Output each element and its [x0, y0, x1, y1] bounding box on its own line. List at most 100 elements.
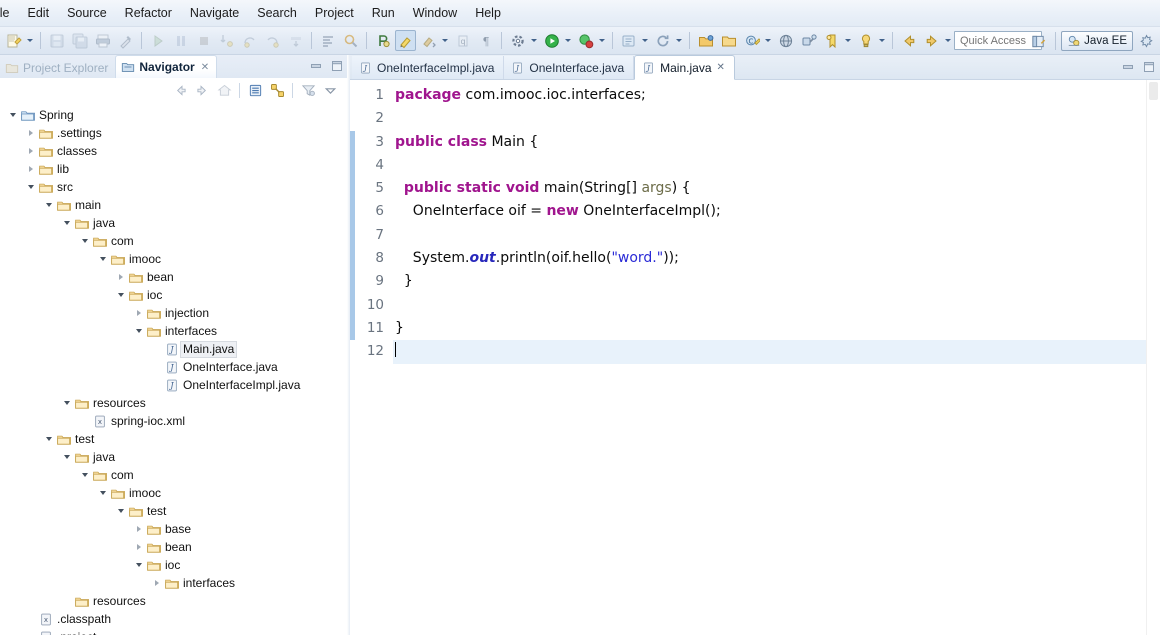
tree-item[interactable]: bean	[0, 538, 347, 556]
tree-item[interactable]: src	[0, 178, 347, 196]
debug-suspend-icon[interactable]	[170, 30, 191, 51]
forward-icon[interactable]	[192, 81, 212, 100]
code-line[interactable]: package com.imooc.ioc.interfaces;	[393, 84, 1160, 107]
menu-project[interactable]: Project	[306, 3, 363, 24]
build-icon[interactable]	[115, 30, 136, 51]
code-line[interactable]	[393, 107, 1160, 130]
paragraph-mark-icon[interactable]: ¶	[475, 30, 496, 51]
next-annotation-dropdown-icon[interactable]	[440, 30, 450, 51]
chevron-down-icon[interactable]	[132, 556, 145, 574]
new-class-icon[interactable]: C	[741, 30, 762, 51]
tree-item[interactable]: imooc	[0, 250, 347, 268]
back-icon[interactable]	[898, 30, 919, 51]
tree-item[interactable]: J OneInterfaceImpl.java	[0, 376, 347, 394]
menu-refactor[interactable]: Refactor	[116, 3, 181, 24]
tree-item[interactable]: ioc	[0, 556, 347, 574]
debug-launch-dropdown-icon[interactable]	[597, 30, 607, 51]
editor-vertical-scrollbar[interactable]	[1146, 80, 1160, 635]
chevron-right-icon[interactable]	[132, 304, 145, 322]
close-icon[interactable]: ✕	[201, 62, 209, 73]
minimize-icon[interactable]	[1121, 60, 1134, 73]
perspective-java-ee-button[interactable]: Java EE	[1061, 31, 1133, 51]
external-tools-dropdown-icon[interactable]	[529, 30, 539, 51]
close-icon[interactable]: ✕	[717, 62, 725, 73]
new-class-dropdown-icon[interactable]	[763, 30, 773, 51]
profile-icon[interactable]	[798, 30, 819, 51]
code-line[interactable]	[393, 340, 1160, 364]
tree-item[interactable]: bean	[0, 268, 347, 286]
chevron-down-icon[interactable]	[78, 232, 91, 250]
tree-item[interactable]: java	[0, 214, 347, 232]
forward-dropdown-icon[interactable]	[943, 30, 953, 51]
back-icon[interactable]	[170, 81, 190, 100]
tree-item[interactable]: injection	[0, 304, 347, 322]
chevron-down-icon[interactable]	[42, 196, 55, 214]
code-line[interactable]	[393, 224, 1160, 247]
tree-item[interactable]: com	[0, 466, 347, 484]
chevron-right-icon[interactable]	[114, 268, 127, 286]
open-type-dropdown-icon[interactable]	[640, 30, 650, 51]
tree-item[interactable]: x spring-ioc.xml	[0, 412, 347, 430]
bookmark-dropdown-icon[interactable]	[843, 30, 853, 51]
chevron-down-icon[interactable]	[24, 178, 37, 196]
chevron-right-icon[interactable]	[150, 574, 163, 592]
run-icon[interactable]	[541, 30, 562, 51]
minimize-icon[interactable]	[309, 59, 322, 72]
tree-item[interactable]: x.project	[0, 628, 347, 635]
tree-item[interactable]: com	[0, 232, 347, 250]
save-icon[interactable]	[46, 30, 67, 51]
tree-item[interactable]: ioc	[0, 286, 347, 304]
tree-item[interactable]: x .classpath	[0, 610, 347, 628]
code-line[interactable]: System.out.println(oif.hello("word."));	[393, 247, 1160, 270]
tree-item[interactable]: interfaces	[0, 574, 347, 592]
debug-terminate-icon[interactable]	[193, 30, 214, 51]
tree-item[interactable]: test	[0, 430, 347, 448]
print-icon[interactable]	[92, 30, 113, 51]
maximize-icon[interactable]	[1142, 60, 1155, 73]
new-wizard-icon[interactable]	[3, 30, 24, 51]
drop-to-frame-icon[interactable]	[285, 30, 306, 51]
tree-item[interactable]: resources	[0, 394, 347, 412]
editor-tab-oneinterface-java[interactable]: J OneInterface.java	[504, 56, 635, 79]
external-tools-icon[interactable]	[507, 30, 528, 51]
tree-item[interactable]: test	[0, 502, 347, 520]
new-java-project-icon[interactable]	[695, 30, 716, 51]
code-line[interactable]: public static void main(String[] args) {	[393, 177, 1160, 200]
code-line[interactable]: OneInterface oif = new OneInterfaceImpl(…	[393, 200, 1160, 223]
code-line[interactable]: }	[393, 317, 1160, 340]
chevron-down-icon[interactable]	[114, 286, 127, 304]
view-tab-project-explorer[interactable]: Project Explorer	[0, 57, 115, 78]
new-wizard-dropdown-icon[interactable]	[25, 30, 35, 51]
open-type-icon[interactable]	[618, 30, 639, 51]
chevron-right-icon[interactable]	[132, 520, 145, 538]
chevron-down-icon[interactable]	[42, 430, 55, 448]
search-icon[interactable]	[340, 30, 361, 51]
scrollbar-thumb[interactable]	[1149, 82, 1158, 100]
tree-item[interactable]: Spring	[0, 106, 347, 124]
open-perspective-icon[interactable]	[1028, 31, 1049, 52]
code-editor[interactable]: 1 2 3 4 5 6 7 8 9 10 11 12 package com.imooc.ioc.in…	[350, 80, 1160, 635]
menu-source[interactable]: Source	[58, 3, 116, 24]
chevron-right-icon[interactable]	[24, 142, 37, 160]
code-line[interactable]: }	[393, 270, 1160, 293]
chevron-down-icon[interactable]	[132, 322, 145, 340]
tree-item[interactable]: J OneInterface.java	[0, 358, 347, 376]
tree-item[interactable]: base	[0, 520, 347, 538]
editor-tab-main-java[interactable]: J Main.java ✕	[634, 55, 735, 80]
menu-help[interactable]: Help	[466, 3, 510, 24]
marker-icon[interactable]	[372, 30, 393, 51]
editor-tab-oneinterfaceimpl-java[interactable]: J OneInterfaceImpl.java	[352, 56, 505, 79]
server-icon[interactable]	[775, 30, 796, 51]
view-tab-navigator[interactable]: Navigator ✕	[115, 55, 218, 78]
save-all-icon[interactable]	[69, 30, 90, 51]
collapse-all-icon[interactable]	[245, 81, 265, 100]
source-code[interactable]: package com.imooc.ioc.interfaces; public …	[391, 80, 1160, 635]
chevron-right-icon[interactable]	[24, 124, 37, 142]
menu-window[interactable]: Window	[404, 3, 466, 24]
step-return-icon[interactable]	[262, 30, 283, 51]
chevron-down-icon[interactable]	[96, 250, 109, 268]
tree-item[interactable]: resources	[0, 592, 347, 610]
tree-item[interactable]: J Main.java	[0, 340, 347, 358]
annotation-icon[interactable]	[395, 30, 416, 51]
tree-item[interactable]: main	[0, 196, 347, 214]
